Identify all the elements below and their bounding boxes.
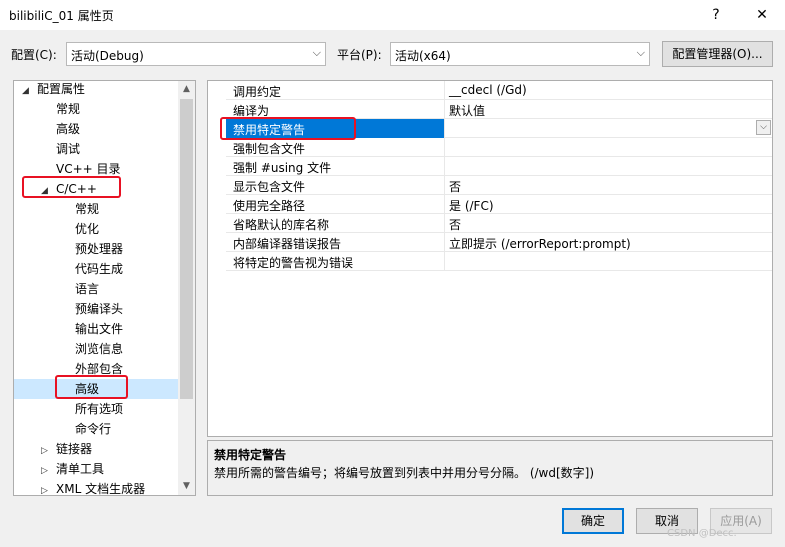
window-title: bilibiliC_01 属性页 [9,9,114,23]
tree-item-cpp-optimization[interactable]: 优化 [75,219,99,239]
scroll-up-icon[interactable]: ▲ [178,81,195,98]
tree-item-cpp-preprocessor[interactable]: 预处理器 [75,239,123,259]
config-label: 配置(C): [11,48,57,62]
property-row[interactable]: 省略默认的库名称 否 [226,214,772,233]
tree-scrollbar[interactable]: ▲ ▼ [178,81,195,495]
property-value: 否 [449,180,462,194]
property-row[interactable]: 强制 #using 文件 [226,157,772,176]
property-name: 调用约定 [233,85,282,99]
property-row[interactable]: 将特定的警告视为错误 [226,252,772,271]
property-value: 否 [449,218,462,232]
tree-item-cpp-browse-info[interactable]: 浏览信息 [75,339,123,359]
tree-item-cpp-language[interactable]: 语言 [75,279,99,299]
property-name: 省略默认的库名称 [233,218,330,232]
property-name: 使用完全路径 [233,199,306,213]
property-row[interactable]: 强制包含文件 [226,138,772,157]
scroll-down-icon[interactable]: ▼ [178,478,195,495]
column-divider [444,176,445,195]
tree-item-linker[interactable]: 链接器 [56,439,92,459]
column-divider [444,252,445,271]
expanded-arrow-icon[interactable]: ◢ [22,86,29,96]
description-panel: 禁用特定警告 禁用所需的警告编号；将编号放置到列表中并用分号分隔。 (/wd[数… [207,440,773,496]
column-divider [444,233,445,252]
description-title: 禁用特定警告 [214,448,287,462]
description-text: 禁用所需的警告编号；将编号放置到列表中并用分号分隔。 (/wd[数字]) [214,466,595,480]
annotation-box-advanced [55,375,128,399]
property-name: 强制包含文件 [233,142,306,156]
property-value: 默认值 [449,104,486,118]
tree-item-xml-doc-generator[interactable]: XML 文档生成器 [56,479,145,495]
column-divider [444,81,445,100]
property-name: 将特定的警告视为错误 [233,256,354,270]
property-row[interactable]: 显示包含文件 否 [226,176,772,195]
annotation-box-disable-warnings [220,117,356,140]
config-manager-button[interactable]: 配置管理器(O)... [662,41,773,67]
collapsed-arrow-icon[interactable]: ▷ [41,466,48,476]
tree-item-cpp-general[interactable]: 常规 [75,199,99,219]
tree-item-cpp-output-files[interactable]: 输出文件 [75,319,123,339]
platform-select[interactable]: 活动(x64) ⌵ [390,42,650,66]
scrollbar-thumb[interactable] [180,99,193,399]
column-divider [444,214,445,233]
tree-item-cpp-all-options[interactable]: 所有选项 [75,399,123,419]
column-divider [444,100,445,119]
chevron-down-icon: ⌵ [636,46,645,59]
ok-button[interactable]: 确定 [562,508,624,534]
platform-label: 平台(P): [337,48,382,62]
property-tree[interactable]: ◢ 配置属性 常规 高级 调试 VC++ 目录 ◢ C/C++ 常规 优化 预处… [13,80,196,496]
chevron-down-icon: ⌵ [312,46,321,59]
help-button[interactable]: ? [693,0,739,30]
watermark: CSDN @Decc. [667,528,737,539]
property-value: __cdecl (/Gd) [449,83,527,97]
tree-item-manifest-tool[interactable]: 清单工具 [56,459,104,479]
tree-item-config-properties[interactable]: 配置属性 [37,81,85,99]
tree-item-advanced[interactable]: 高级 [56,119,80,139]
collapsed-arrow-icon[interactable]: ▷ [41,486,48,495]
platform-value: 活动(x64) [395,49,451,63]
property-row[interactable]: 内部编译器错误报告 立即提示 (/errorReport:prompt) [226,233,772,252]
property-row[interactable]: 使用完全路径 是 (/FC) [226,195,772,214]
column-divider [444,119,445,138]
property-name: 强制 #using 文件 [233,161,332,175]
chevron-down-icon[interactable]: ⌵ [756,120,771,135]
property-name: 内部编译器错误报告 [233,237,342,251]
tree-item-general[interactable]: 常规 [56,99,80,119]
config-select[interactable]: 活动(Debug) ⌵ [66,42,326,66]
column-divider [444,195,445,214]
column-divider [444,138,445,157]
tree-item-debugging[interactable]: 调试 [56,139,80,159]
property-value: 是 (/FC) [449,199,494,213]
config-value: 活动(Debug) [71,49,144,63]
close-button[interactable]: ✕ [739,0,785,30]
property-row[interactable]: 调用约定 __cdecl (/Gd) [226,81,772,100]
property-name: 显示包含文件 [233,180,306,194]
property-value: 立即提示 (/errorReport:prompt) [449,237,631,251]
tree-item-cpp-precompiled-headers[interactable]: 预编译头 [75,299,123,319]
title-bar: bilibiliC_01 属性页 ? ✕ [0,0,785,30]
annotation-box-cpp [22,176,121,198]
tree-item-cpp-command-line[interactable]: 命令行 [75,419,111,439]
collapsed-arrow-icon[interactable]: ▷ [41,446,48,456]
tree-item-cpp-codegen[interactable]: 代码生成 [75,259,123,279]
column-divider [444,157,445,176]
